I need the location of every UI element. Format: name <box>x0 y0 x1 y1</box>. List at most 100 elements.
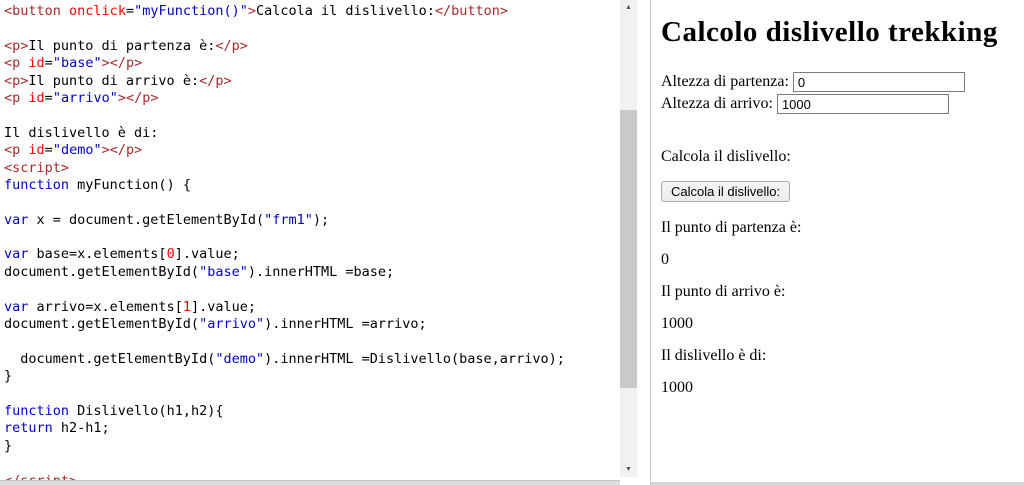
code-line: <p id="base"></p> <box>4 55 618 72</box>
code-token: </button> <box>435 3 508 19</box>
code-line: document.getElementById("base").innerHTM… <box>4 264 618 281</box>
code-token: 1 <box>183 299 191 315</box>
code-token: } <box>4 438 12 454</box>
code-token: <p <box>4 90 20 106</box>
code-line <box>4 194 618 211</box>
tryit-editor-window: <button onclick="myFunction()">Calcola i… <box>0 0 1024 485</box>
code-token: "base" <box>199 264 248 280</box>
arrivo-input[interactable] <box>777 94 949 114</box>
code-token: = <box>45 142 53 158</box>
code-token: id <box>28 90 44 106</box>
code-token: Il dislivello è di: <box>4 125 158 141</box>
code-line: function myFunction() { <box>4 177 618 194</box>
code-token: var <box>4 212 28 228</box>
code-line <box>4 455 618 472</box>
code-token: > <box>248 3 256 19</box>
height-form: Altezza di partenza: Altezza di arrivo: <box>661 71 1024 115</box>
code-line: <script> <box>4 160 618 177</box>
form-row-arrivo: Altezza di arrivo: <box>661 93 1024 115</box>
code-content[interactable]: <button onclick="myFunction()">Calcola i… <box>0 0 618 481</box>
code-token: "arrivo" <box>199 316 264 332</box>
code-token: ></p> <box>102 55 143 71</box>
code-line: var x = document.getElementById("frm1"); <box>4 212 618 229</box>
code-token: = <box>126 3 134 19</box>
code-line <box>4 229 618 246</box>
code-token <box>61 3 69 19</box>
code-token: ).innerHTML =Dislivello(base,arrivo); <box>264 351 565 367</box>
code-line: function Dislivello(h1,h2){ <box>4 403 618 420</box>
code-token: Dislivello(h1,h2){ <box>69 403 223 419</box>
vertical-scrollbar[interactable]: ▲ ▼ <box>620 0 637 477</box>
code-line: } <box>4 438 618 455</box>
code-token: h2-h1; <box>53 420 110 436</box>
code-line <box>4 107 618 124</box>
code-line: <p id="arrivo"></p> <box>4 90 618 107</box>
partenza-label: Altezza di partenza: <box>661 73 789 90</box>
code-token: return <box>4 420 53 436</box>
code-token: arrivo=x.elements[ <box>28 299 182 315</box>
code-token: id <box>28 55 44 71</box>
code-token: document.getElementById( <box>4 316 199 332</box>
code-token: ).innerHTML =base; <box>248 264 394 280</box>
code-token: ].value; <box>191 299 256 315</box>
arrivo-output-label: Il punto di arrivo è: <box>661 283 1024 301</box>
code-line: var base=x.elements[0].value; <box>4 246 618 263</box>
code-editor-panel: <button onclick="myFunction()">Calcola i… <box>0 0 651 485</box>
code-token: function <box>4 177 69 193</box>
code-token: var <box>4 299 28 315</box>
scroll-down-icon[interactable]: ▼ <box>620 462 637 477</box>
form-row-partenza: Altezza di partenza: <box>661 71 1024 93</box>
code-token: = <box>45 90 53 106</box>
code-token: "demo" <box>53 142 102 158</box>
partenza-output-label: Il punto di partenza è: <box>661 219 1024 237</box>
code-token: var <box>4 246 28 262</box>
dislivello-output-value: 1000 <box>661 379 1024 397</box>
code-token: ).innerHTML =arrivo; <box>264 316 427 332</box>
code-token: Il punto di arrivo è: <box>28 73 199 89</box>
code-token: document.getElementById( <box>4 351 215 367</box>
code-token: "arrivo" <box>53 90 118 106</box>
code-token: onclick <box>69 3 126 19</box>
code-token: <p> <box>4 38 28 54</box>
page-title: Calcolo dislivello trekking <box>661 0 1024 49</box>
code-line: var arrivo=x.elements[1].value; <box>4 299 618 316</box>
code-line <box>4 333 618 350</box>
code-token: <p <box>4 142 20 158</box>
partenza-input[interactable] <box>793 72 965 92</box>
arrivo-label: Altezza di arrivo: <box>661 95 773 112</box>
code-token: x = document.getElementById( <box>28 212 264 228</box>
horizontal-scrollbar[interactable] <box>0 480 620 485</box>
code-token: ></p> <box>118 90 159 106</box>
code-token: "base" <box>53 55 102 71</box>
code-token: function <box>4 403 69 419</box>
code-line: <p>Il punto di partenza è:</p> <box>4 38 618 55</box>
scroll-up-icon[interactable]: ▲ <box>620 0 637 15</box>
result-panel: Calcolo dislivello trekking Altezza di p… <box>651 0 1024 485</box>
code-token: myFunction() { <box>69 177 191 193</box>
code-token: "demo" <box>215 351 264 367</box>
code-token: </p> <box>199 73 232 89</box>
code-token: ); <box>313 212 329 228</box>
code-line: <p id="demo"></p> <box>4 142 618 159</box>
code-token: 0 <box>167 246 175 262</box>
code-token: <button <box>4 3 61 19</box>
code-token: <script> <box>4 160 69 176</box>
code-token: "myFunction()" <box>134 3 248 19</box>
code-line <box>4 386 618 403</box>
code-line: <p>Il punto di arrivo è:</p> <box>4 73 618 90</box>
code-token: document.getElementById( <box>4 264 199 280</box>
calcola-button[interactable]: Calcola il dislivello: <box>661 181 790 202</box>
code-line: return h2-h1; <box>4 420 618 437</box>
code-token: </p> <box>215 38 248 54</box>
code-line: document.getElementById("arrivo").innerH… <box>4 316 618 333</box>
code-token: base=x.elements[ <box>28 246 166 262</box>
code-line: document.getElementById("demo").innerHTM… <box>4 351 618 368</box>
code-token: = <box>45 55 53 71</box>
code-line: Il dislivello è di: <box>4 125 618 142</box>
code-token: ].value; <box>175 246 240 262</box>
partenza-output-value: 0 <box>661 251 1024 269</box>
scrollbar-thumb[interactable] <box>620 110 637 388</box>
arrivo-output-value: 1000 <box>661 315 1024 333</box>
code-line <box>4 281 618 298</box>
code-token: "frm1" <box>264 212 313 228</box>
